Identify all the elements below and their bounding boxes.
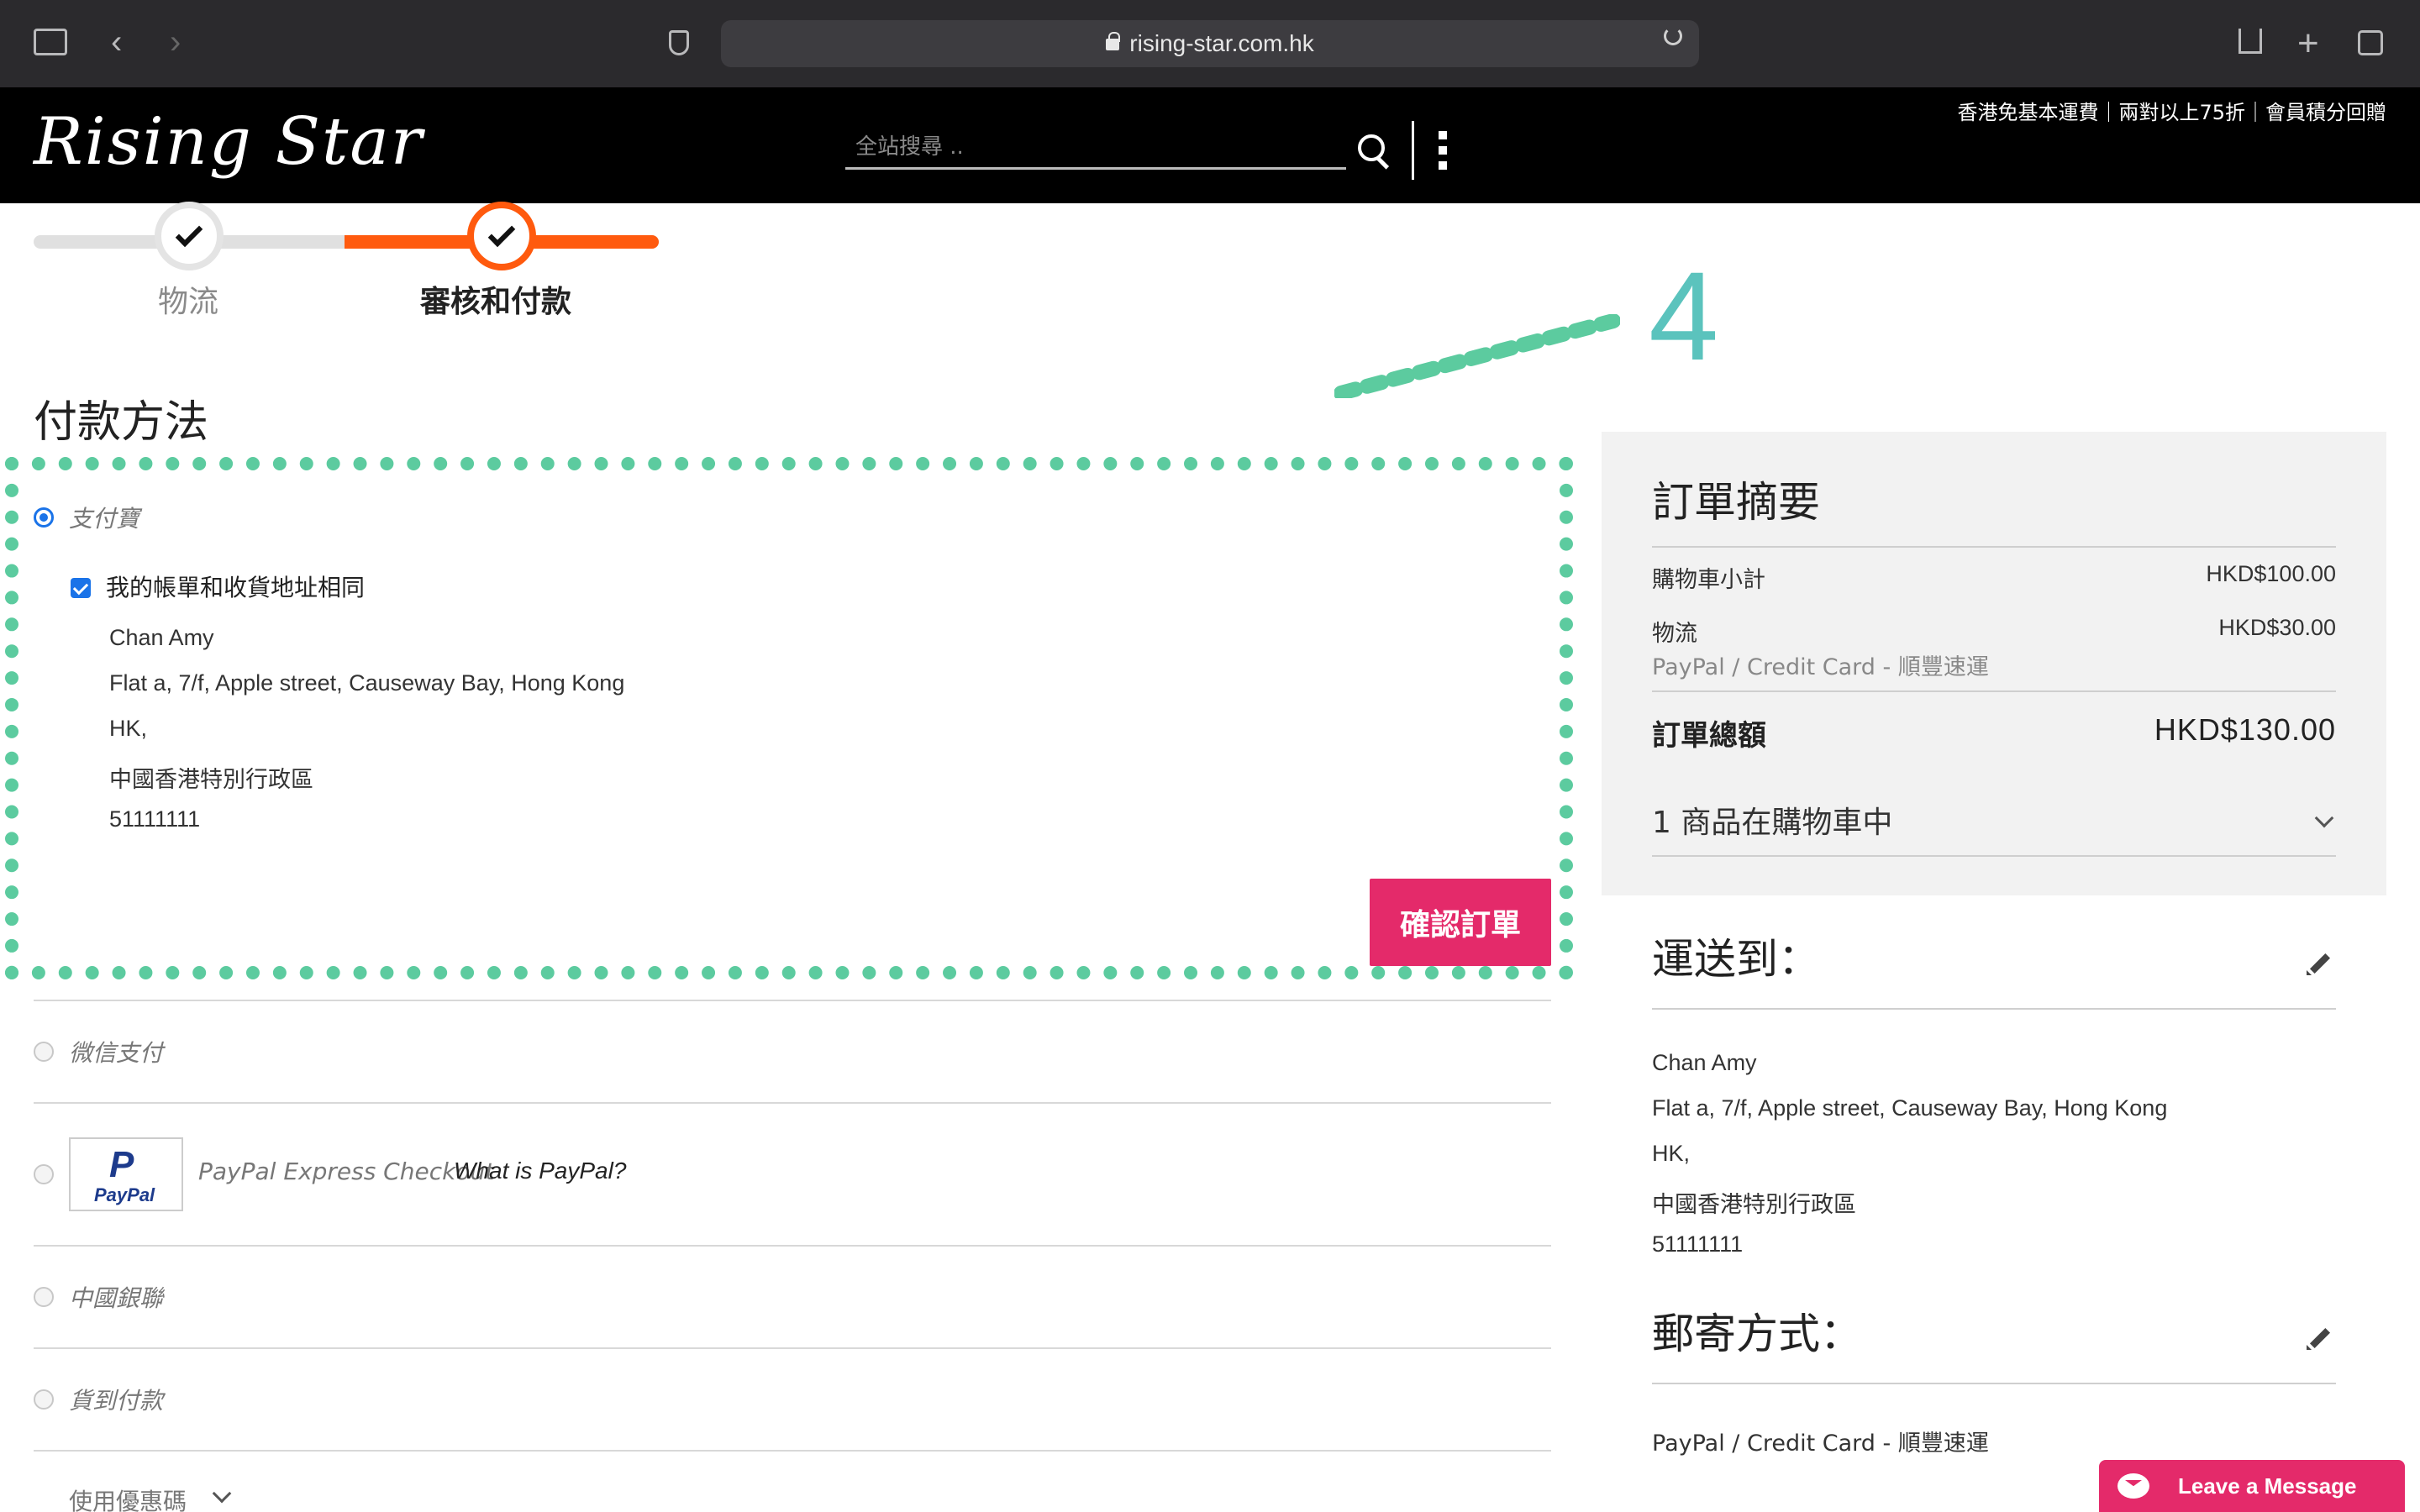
share-icon[interactable] bbox=[2238, 29, 2262, 54]
ship-to-region: 中國香港特別行政區 bbox=[1652, 1192, 1856, 1218]
paypal-logo: P PayPal bbox=[69, 1137, 183, 1211]
cart-items-toggle[interactable]: 1 商品在購物車中 bbox=[1652, 798, 1892, 842]
subtotal-label: 購物車小計 bbox=[1652, 567, 1765, 593]
sidebar-toggle-icon[interactable] bbox=[34, 29, 67, 55]
method-label-alipay[interactable]: 支付寶 bbox=[69, 501, 139, 534]
tab-overview-icon[interactable] bbox=[2358, 30, 2383, 55]
order-total-label: 訂單總額 bbox=[1652, 719, 1766, 753]
billing-address-street: Flat a, 7/f, Apple street, Causeway Bay,… bbox=[109, 670, 625, 696]
more-menu-icon[interactable] bbox=[1439, 131, 1447, 170]
check-icon bbox=[175, 219, 203, 248]
back-arrow-icon[interactable]: ‹ bbox=[111, 25, 122, 59]
confirm-order-button[interactable]: 確認訂單 bbox=[1370, 879, 1551, 966]
radio-wechat-pay[interactable] bbox=[34, 1042, 54, 1062]
mail-icon bbox=[2118, 1473, 2149, 1499]
search-input[interactable] bbox=[845, 126, 1346, 170]
ship-to-name: Chan Amy bbox=[1652, 1050, 1757, 1075]
shipping-method-value: PayPal / Credit Card - 順豐速運 bbox=[1652, 1431, 1989, 1457]
divider bbox=[34, 1000, 1551, 1001]
search-icon[interactable] bbox=[1358, 134, 1392, 171]
step-circle-review bbox=[467, 202, 536, 270]
divider bbox=[1652, 690, 2336, 692]
address-bar[interactable]: rising-star.com.hk bbox=[721, 20, 1699, 67]
shipping-label: 物流 bbox=[1652, 621, 1697, 647]
ship-to-country: HK, bbox=[1652, 1141, 1691, 1166]
radio-cash-on-delivery[interactable] bbox=[34, 1389, 54, 1410]
site-header: Rising Star 香港免基本運費｜兩對以上75折｜會員積分回贈 bbox=[0, 87, 2420, 203]
annotation-pointer-line bbox=[1334, 314, 1620, 398]
site-logo[interactable]: Rising Star bbox=[34, 104, 424, 180]
coupon-toggle[interactable]: 使用優惠碼 bbox=[69, 1483, 187, 1512]
billing-address-name: Chan Amy bbox=[109, 625, 214, 650]
divider bbox=[1652, 855, 2336, 857]
shipping-method-title: 郵寄方式： bbox=[1652, 1310, 1862, 1358]
ship-to-title: 運送到： bbox=[1652, 935, 1820, 984]
shield-icon[interactable] bbox=[669, 30, 689, 55]
divider bbox=[34, 1245, 1551, 1247]
chevron-down-icon[interactable] bbox=[212, 1483, 232, 1504]
check-icon bbox=[487, 219, 516, 248]
leave-message-label: Leave a Message bbox=[2178, 1473, 2357, 1499]
order-total-value: HKD$130.00 bbox=[2154, 712, 2336, 747]
step-label-shipping[interactable]: 物流 bbox=[158, 277, 218, 321]
divider bbox=[34, 1347, 1551, 1349]
promo-banner: 香港免基本運費｜兩對以上75折｜會員積分回贈 bbox=[1957, 101, 2386, 124]
payment-method-title: 付款方法 bbox=[34, 397, 209, 448]
shipping-method-note: PayPal / Credit Card - 順豐速運 bbox=[1652, 654, 1989, 680]
billing-address-country: HK, bbox=[109, 716, 148, 741]
same-address-checkbox[interactable] bbox=[71, 578, 91, 598]
method-label-cash-on-delivery[interactable]: 貨到付款 bbox=[69, 1383, 163, 1416]
lock-icon bbox=[1106, 32, 1121, 50]
step-label-review: 審核和付款 bbox=[420, 285, 572, 319]
edit-pencil-icon[interactable] bbox=[2306, 949, 2334, 978]
same-address-label[interactable]: 我的帳單和收貨地址相同 bbox=[106, 570, 365, 603]
header-divider bbox=[1412, 121, 1414, 180]
divider bbox=[1652, 546, 2336, 548]
method-label-wechat-pay[interactable]: 微信支付 bbox=[69, 1035, 163, 1068]
ship-to-phone: 51111111 bbox=[1652, 1231, 1744, 1257]
annotation-highlight-box bbox=[5, 457, 1573, 979]
url-text: rising-star.com.hk bbox=[1129, 30, 1314, 56]
edit-pencil-icon[interactable] bbox=[2306, 1324, 2334, 1352]
radio-alipay[interactable] bbox=[34, 507, 54, 528]
billing-address-region: 中國香港特別行政區 bbox=[109, 767, 313, 793]
divider bbox=[34, 1450, 1551, 1452]
step-circle-shipping[interactable] bbox=[155, 202, 224, 270]
annotation-number: 4 bbox=[1649, 245, 1719, 386]
ship-to-street: Flat a, 7/f, Apple street, Causeway Bay,… bbox=[1652, 1095, 2168, 1121]
radio-paypal[interactable] bbox=[34, 1164, 54, 1184]
forward-arrow-icon[interactable]: › bbox=[170, 25, 181, 59]
method-label-paypal[interactable]: PayPal Express Checkout bbox=[198, 1158, 494, 1185]
paypal-p-icon: P bbox=[109, 1144, 134, 1185]
divider bbox=[1652, 1008, 2336, 1010]
shipping-value: HKD$30.00 bbox=[2218, 615, 2336, 640]
billing-address-phone: 51111111 bbox=[109, 806, 201, 832]
leave-message-widget[interactable]: Leave a Message bbox=[2099, 1460, 2405, 1512]
method-label-unionpay[interactable]: 中國銀聯 bbox=[69, 1280, 163, 1314]
what-is-paypal-link[interactable]: What is PayPal? bbox=[454, 1158, 626, 1184]
divider bbox=[1652, 1383, 2336, 1384]
radio-unionpay[interactable] bbox=[34, 1287, 54, 1307]
paypal-logo-text: PayPal bbox=[94, 1184, 155, 1205]
order-summary-title: 訂單摘要 bbox=[1652, 478, 1820, 527]
reload-icon[interactable] bbox=[1664, 27, 1682, 45]
browser-toolbar: ‹ › rising-star.com.hk + bbox=[0, 0, 2420, 87]
divider bbox=[34, 1102, 1551, 1104]
subtotal-value: HKD$100.00 bbox=[2206, 561, 2336, 586]
new-tab-icon[interactable]: + bbox=[2297, 25, 2319, 62]
